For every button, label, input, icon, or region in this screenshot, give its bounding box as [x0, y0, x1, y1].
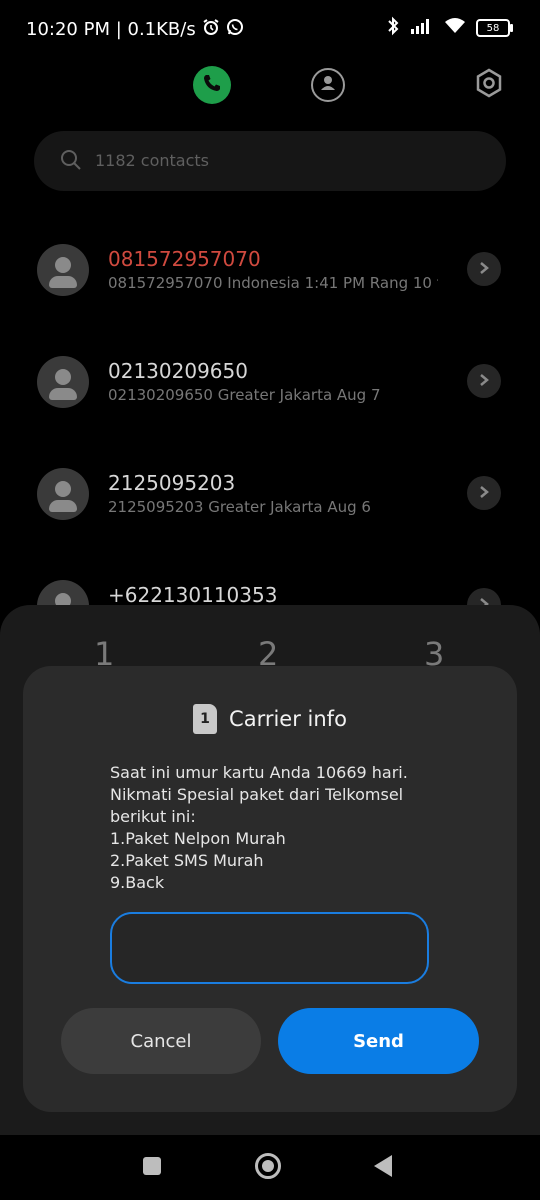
dialog-header: 1 Carrier info: [23, 704, 517, 734]
search-bar[interactable]: 1182 contacts: [34, 131, 506, 191]
cancel-button[interactable]: Cancel: [61, 1008, 261, 1074]
circle-icon[interactable]: [255, 1153, 281, 1179]
tab-contacts[interactable]: [311, 68, 345, 102]
gear-icon: [474, 68, 504, 102]
message-line: 9.Back: [110, 873, 165, 892]
person-icon: [318, 73, 338, 97]
call-detail: 081572957070 Indonesia 1:41 PM Rang 10 t: [108, 274, 438, 292]
system-nav-bar: [0, 1135, 540, 1200]
avatar: [37, 356, 89, 408]
call-number: 081572957070: [108, 247, 261, 271]
status-right: 58: [386, 16, 513, 40]
alarm-icon: [202, 18, 220, 41]
bluetooth-icon: [386, 16, 400, 40]
call-detail: 02130209650 Greater Jakarta Aug 7: [108, 386, 381, 404]
phone-icon: [202, 73, 222, 97]
message-line: Saat ini umur kartu Anda 10669 hari.: [110, 763, 408, 782]
message-line: 1.Paket Nelpon Murah: [110, 829, 286, 848]
call-number: +622130110353: [108, 583, 278, 607]
dialog-message: Saat ini umur kartu Anda 10669 hari. Nik…: [110, 762, 440, 894]
send-button[interactable]: Send: [278, 1008, 479, 1074]
call-number: 2125095203: [108, 471, 236, 495]
search-input[interactable]: 1182 contacts: [95, 151, 209, 170]
tab-settings[interactable]: [472, 68, 506, 102]
status-left: 10:20 PM | 0.1KB/s: [26, 18, 244, 41]
battery-icon: 58: [476, 19, 513, 37]
wifi-icon: [444, 17, 466, 39]
call-log-item[interactable]: 02130209650 02130209650 Greater Jakarta …: [0, 327, 540, 437]
call-details-button[interactable]: [467, 476, 501, 510]
message-line: berikut ini:: [110, 807, 196, 826]
call-details-button[interactable]: [467, 252, 501, 286]
status-time-speed: 10:20 PM | 0.1KB/s: [26, 19, 196, 40]
chevron-right-icon: [478, 372, 490, 391]
call-number: 02130209650: [108, 359, 248, 383]
top-tabs: [0, 66, 540, 106]
avatar: [37, 244, 89, 296]
call-details-button[interactable]: [467, 364, 501, 398]
search-icon: [60, 149, 82, 175]
tab-phone[interactable]: [193, 66, 231, 104]
signal-icon: [410, 17, 434, 39]
dialog-title: Carrier info: [229, 707, 347, 731]
chevron-right-icon: [478, 484, 490, 503]
ussd-reply-input[interactable]: [110, 912, 429, 984]
avatar: [37, 468, 89, 520]
triangle-back-icon[interactable]: [374, 1155, 392, 1177]
message-line: 2.Paket SMS Murah: [110, 851, 264, 870]
call-log-item[interactable]: 081572957070 081572957070 Indonesia 1:41…: [0, 215, 540, 325]
carrier-info-dialog: 1 Carrier info Saat ini umur kartu Anda …: [23, 666, 517, 1112]
call-log-item[interactable]: 2125095203 2125095203 Greater Jakarta Au…: [0, 439, 540, 549]
call-detail: 2125095203 Greater Jakarta Aug 6: [108, 498, 371, 516]
whatsapp-icon: [226, 18, 244, 41]
square-icon[interactable]: [143, 1157, 161, 1175]
message-line: Nikmati Spesial paket dari Telkomsel: [110, 785, 404, 804]
status-bar: 10:20 PM | 0.1KB/s 58: [0, 0, 540, 60]
sim-card-icon: 1: [193, 704, 218, 734]
chevron-right-icon: [478, 260, 490, 279]
